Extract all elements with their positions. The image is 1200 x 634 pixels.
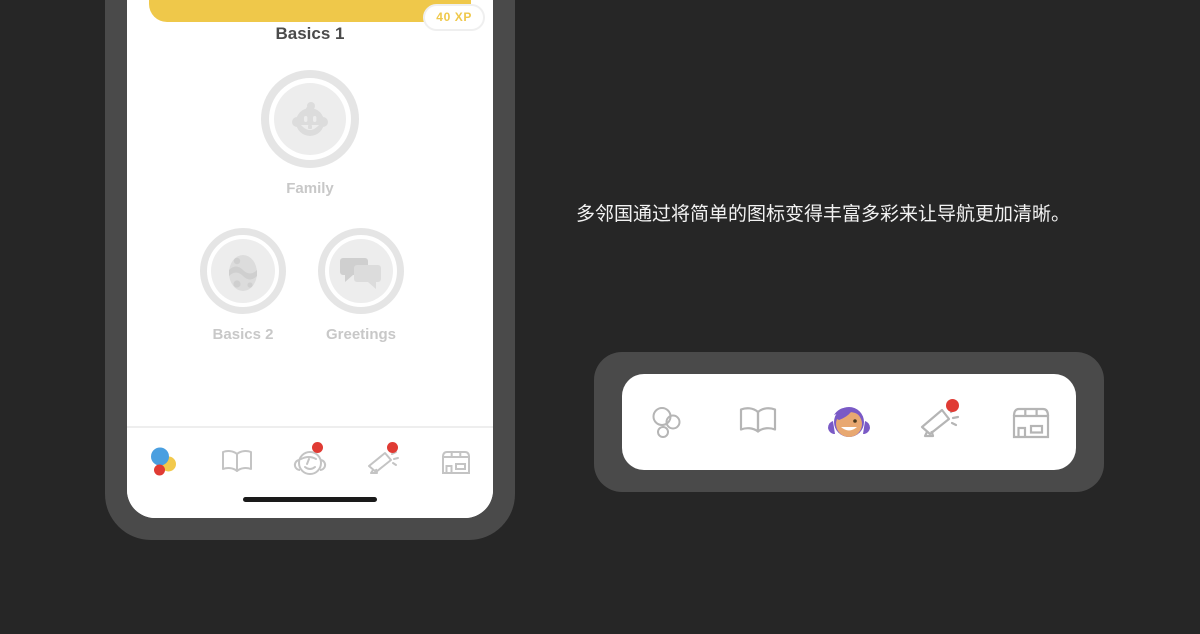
nav-item-stories[interactable] <box>200 440 273 484</box>
skill-node-basics-2[interactable]: Basics 2 <box>200 228 286 343</box>
baby-face-icon <box>288 97 332 141</box>
navbar-showcase-card <box>622 374 1076 470</box>
open-book-icon <box>219 447 255 477</box>
nav-item-shop[interactable] <box>420 440 493 484</box>
skill-label: Basics 2 <box>212 326 274 343</box>
skill-node-greetings[interactable]: Greetings <box>318 228 404 343</box>
showcase-nav-item-news[interactable] <box>894 393 985 451</box>
skill-circle <box>200 228 286 314</box>
navbar-showcase-frame <box>594 352 1104 492</box>
skill-node-family[interactable]: Family <box>261 70 359 197</box>
colored-circles-icon <box>147 445 181 479</box>
phone-bottom-navbar <box>127 426 493 518</box>
skill-label: Greetings <box>325 326 397 343</box>
shop-icon <box>439 446 473 478</box>
shop-icon <box>1009 402 1053 442</box>
showcase-nav-item-learn[interactable] <box>622 393 713 451</box>
egg-icon <box>223 249 263 293</box>
skill-inner <box>211 239 275 303</box>
nav-item-learn[interactable] <box>127 440 200 484</box>
outline-circles-icon <box>647 402 687 442</box>
skill-circle <box>261 70 359 168</box>
showcase-nav-item-profile[interactable] <box>804 393 895 451</box>
skill-inner <box>329 239 393 303</box>
nav-item-news[interactable] <box>347 440 420 484</box>
home-indicator <box>243 497 377 502</box>
character-face-icon <box>825 401 873 443</box>
phone-mockup: 0/45 40 XP Basics 1 <box>105 0 515 540</box>
skill-circle <box>318 228 404 314</box>
caption-text: 多邻国通过将简单的图标变得丰富多彩来让导航更加清晰。 <box>576 203 1071 225</box>
skill-label: Family <box>286 180 334 197</box>
notification-badge <box>311 442 323 453</box>
phone-screen: 0/45 40 XP Basics 1 <box>127 0 493 518</box>
notification-badge <box>386 442 398 453</box>
page-title: Basics 1 <box>275 24 345 43</box>
skill-inner <box>274 83 346 155</box>
showcase-nav-item-shop[interactable] <box>985 393 1076 451</box>
showcase-nav-item-stories[interactable] <box>713 393 804 451</box>
speech-bubbles-icon <box>340 252 382 290</box>
character-face-icon <box>292 446 328 478</box>
open-book-icon <box>736 404 780 440</box>
nav-item-profile[interactable] <box>273 440 346 484</box>
